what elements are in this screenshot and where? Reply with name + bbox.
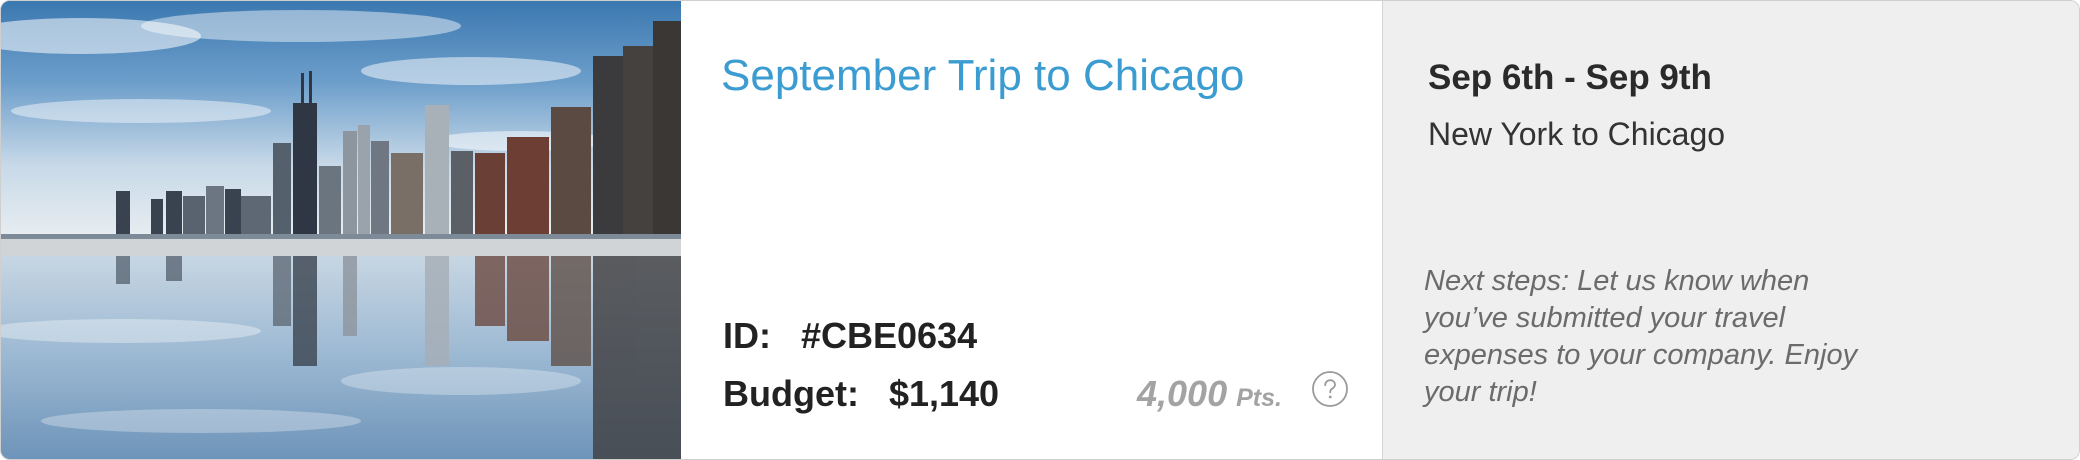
next-steps-text: Next steps: Let us know when you’ve subm… bbox=[1424, 265, 1858, 408]
points-unit: Pts. bbox=[1236, 384, 1282, 412]
trip-details-panel: September Trip to Chicago ID: #CBE0634 Bu… bbox=[681, 1, 1383, 459]
trip-id-value: #CBE0634 bbox=[801, 315, 978, 356]
trip-dates: Sep 6th - Sep 9th bbox=[1428, 58, 1712, 97]
trip-budget-row: Budget: $1,140 bbox=[723, 373, 999, 415]
trip-title[interactable]: September Trip to Chicago bbox=[721, 51, 1244, 101]
trip-route: New York to Chicago bbox=[1428, 116, 1726, 152]
question-circle-icon[interactable] bbox=[1311, 370, 1349, 408]
budget-value: $1,140 bbox=[888, 373, 1000, 414]
trip-summary-panel: Sep 6th - Sep 9th New York to Chicago Ne… bbox=[1383, 1, 2079, 459]
points-value: 4,000 bbox=[1137, 373, 1228, 414]
trip-id-label: ID: bbox=[723, 315, 771, 356]
trip-card[interactable]: September Trip to Chicago ID: #CBE0634 Bu… bbox=[0, 0, 2080, 460]
trip-photo bbox=[1, 1, 681, 459]
budget-label: Budget: bbox=[723, 373, 859, 414]
points-display: 4,000 Pts. bbox=[1137, 373, 1282, 415]
trip-id-row: ID: #CBE0634 bbox=[723, 315, 977, 357]
